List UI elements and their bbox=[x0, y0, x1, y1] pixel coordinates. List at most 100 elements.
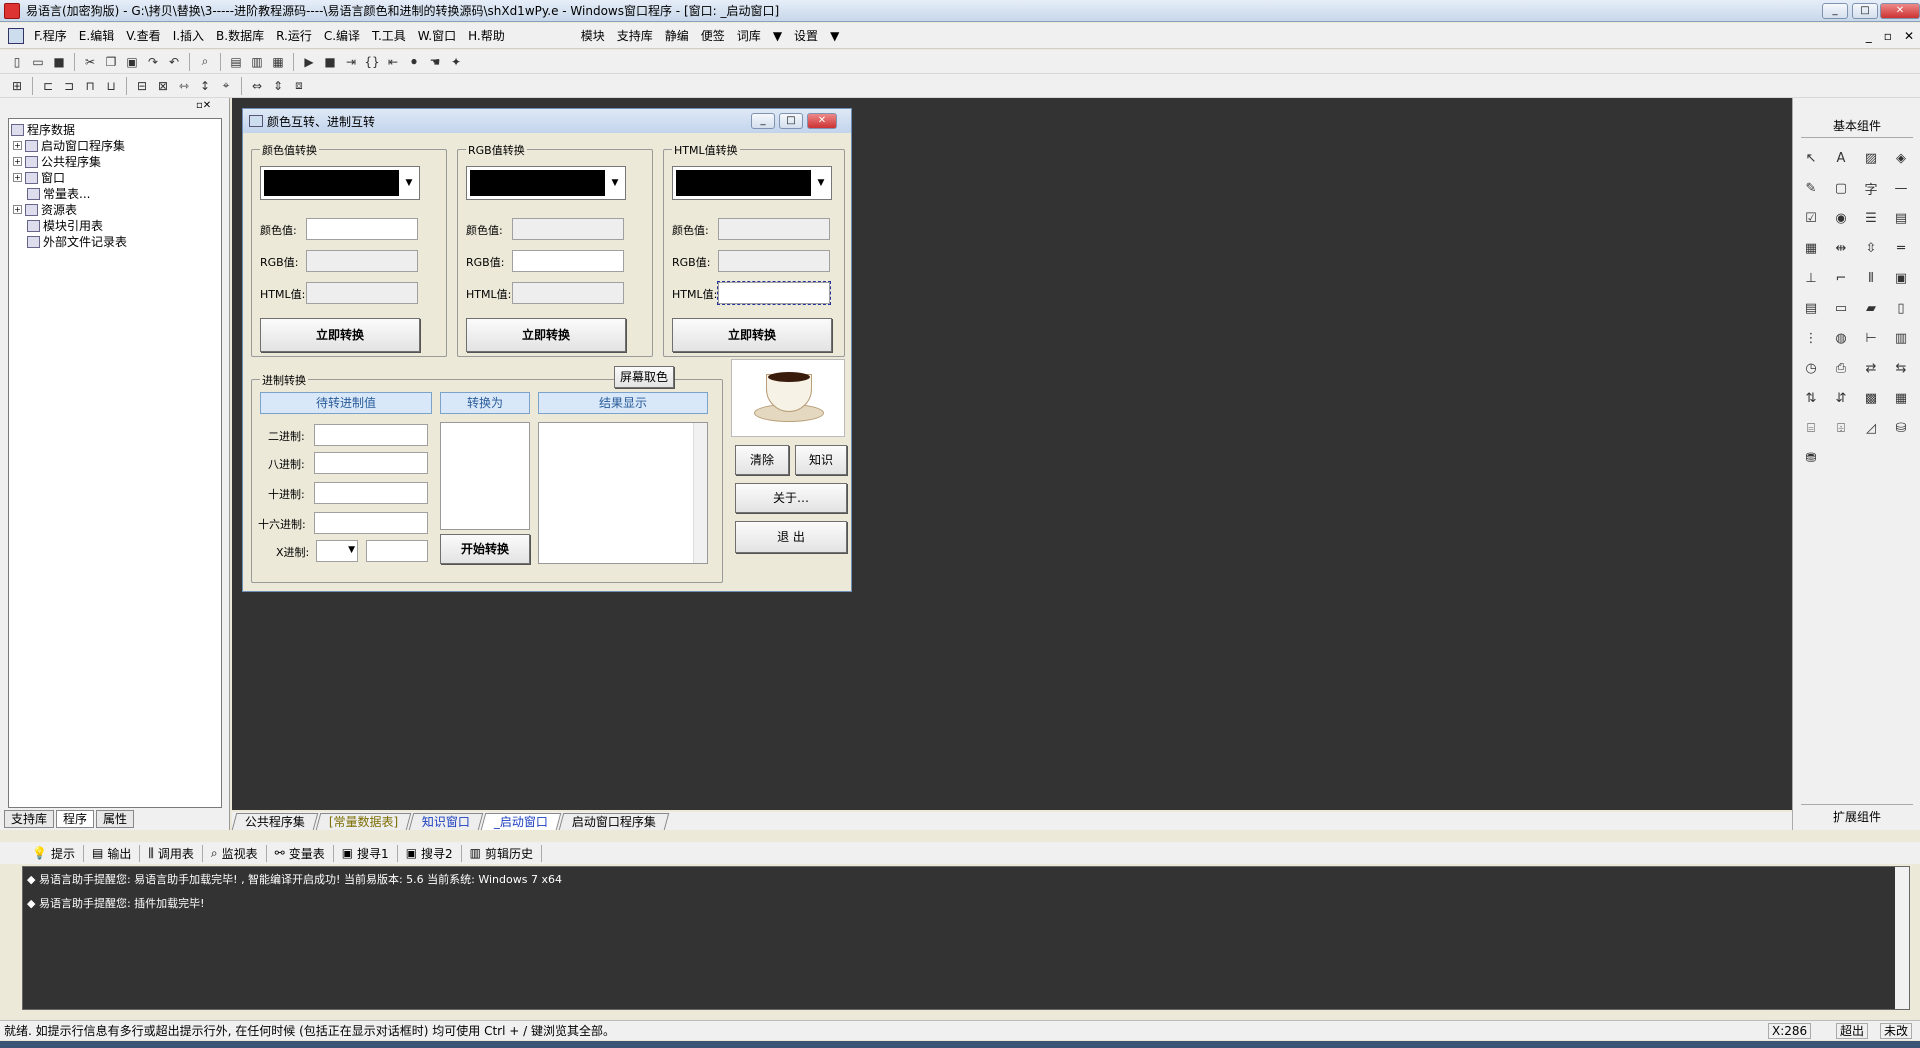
mdi-close-button[interactable]: ✕ bbox=[1898, 29, 1920, 43]
tab-public-module[interactable]: 公共程序集 bbox=[231, 812, 319, 830]
globe-icon[interactable]: ◍ bbox=[1829, 326, 1853, 350]
frame-icon[interactable]: ⌐ bbox=[1829, 266, 1853, 290]
tab-control-icon[interactable]: ▥ bbox=[1889, 326, 1913, 350]
chevron-down-icon[interactable]: ▼ bbox=[401, 170, 417, 196]
layout2-icon[interactable]: ▥ bbox=[248, 53, 266, 71]
designer-maximize-button[interactable]: □ bbox=[779, 113, 803, 129]
designer-title-bar[interactable]: 颜色互转、进制互转 _ □ ✕ bbox=[243, 109, 851, 133]
octal-input[interactable] bbox=[314, 452, 428, 474]
tab-program[interactable]: 程序 bbox=[56, 810, 95, 828]
color-combo[interactable]: ▼ bbox=[260, 166, 420, 200]
rgb-value-output[interactable] bbox=[306, 250, 418, 272]
radio-icon[interactable]: ◉ bbox=[1829, 206, 1853, 230]
tab-constant-table[interactable]: [常量数据表] bbox=[315, 812, 412, 830]
designer-window[interactable]: 颜色互转、进制互转 _ □ ✕ 颜色值转换 ▼ 颜色值: RGB值: HTML值… bbox=[242, 108, 852, 592]
break-icon[interactable]: ⦁ bbox=[405, 53, 423, 71]
minimize-button[interactable]: _ bbox=[1822, 3, 1848, 19]
menu-view[interactable]: V.查看 bbox=[120, 27, 166, 44]
open-folder-icon[interactable]: ▭ bbox=[29, 53, 47, 71]
tree-item-module-refs[interactable]: 模块引用表 bbox=[27, 217, 103, 234]
convert-color-button[interactable]: 立即转换 bbox=[260, 318, 420, 352]
menu-compile[interactable]: C.编译 bbox=[318, 27, 366, 44]
tab-watch[interactable]: ⌕ 监视表 bbox=[203, 844, 267, 862]
paste-icon[interactable]: ▣ bbox=[123, 53, 141, 71]
html-value-input[interactable] bbox=[717, 281, 831, 305]
tab-variables[interactable]: ⚯ 变量表 bbox=[267, 844, 334, 862]
odbc-source-icon[interactable]: ⛃ bbox=[1799, 446, 1823, 470]
v-center-icon[interactable]: ⇕ bbox=[269, 77, 287, 95]
tab-clip-history[interactable]: ▥ 剪辑历史 bbox=[462, 844, 543, 862]
convert-rgb-button[interactable]: 立即转换 bbox=[466, 318, 626, 352]
x-base-select[interactable]: ▼ bbox=[316, 540, 358, 562]
menu-settings-dropdown[interactable]: ▼ bbox=[824, 29, 845, 43]
chart-icon[interactable]: ◿ bbox=[1859, 416, 1883, 440]
printer-icon[interactable]: ⎙ bbox=[1829, 356, 1853, 380]
output-scrollbar[interactable] bbox=[1895, 867, 1909, 1009]
tree-icon[interactable]: ⋮ bbox=[1799, 326, 1823, 350]
mdi-minimize-button[interactable]: _ bbox=[1860, 29, 1878, 43]
tab-call-stack[interactable]: ⫼ 调用表 bbox=[140, 844, 203, 862]
run-icon[interactable]: ▶ bbox=[300, 53, 318, 71]
fit-icon[interactable]: ⧈ bbox=[290, 77, 308, 95]
extended-components-header[interactable]: 扩展组件 bbox=[1801, 804, 1913, 828]
tree-item-startup-module[interactable]: + 启动窗口程序集 bbox=[13, 137, 125, 154]
chevron-down-icon[interactable]: ▼ bbox=[813, 170, 829, 196]
rgb-value-input[interactable] bbox=[512, 250, 624, 272]
find-icon[interactable]: ⌕ bbox=[196, 53, 214, 71]
tab-support-lib[interactable]: 支持库 bbox=[4, 810, 55, 828]
align-center-icon[interactable]: ⊐ bbox=[60, 77, 78, 95]
maximize-button[interactable]: □ bbox=[1852, 3, 1878, 19]
menu-settings[interactable]: 设置 bbox=[788, 27, 824, 44]
cut-icon[interactable]: ✂ bbox=[81, 53, 99, 71]
close-button[interactable]: ✕ bbox=[1880, 3, 1920, 19]
color-value-output[interactable] bbox=[718, 218, 830, 240]
menu-insert[interactable]: I.插入 bbox=[167, 27, 210, 44]
tab-tips[interactable]: 💡 提示 bbox=[24, 844, 84, 862]
tree-item-external-files[interactable]: 外部文件记录表 bbox=[27, 233, 127, 250]
exit-button[interactable]: 退 出 bbox=[735, 521, 847, 553]
button-icon[interactable]: ▭ bbox=[1829, 296, 1853, 320]
edit-box-icon[interactable]: ✎ bbox=[1799, 176, 1823, 200]
pointer-icon[interactable]: ↖ bbox=[1799, 146, 1823, 170]
slider-icon[interactable]: ⊥ bbox=[1799, 266, 1823, 290]
menu-support-lib[interactable]: 支持库 bbox=[611, 27, 659, 44]
menu-dictionary-dropdown[interactable]: ▼ bbox=[767, 29, 788, 43]
panel-icon[interactable]: ▢ bbox=[1829, 176, 1853, 200]
line-icon[interactable]: — bbox=[1889, 176, 1913, 200]
rgb-combo[interactable]: ▼ bbox=[466, 166, 626, 200]
label-icon[interactable]: A bbox=[1829, 146, 1853, 170]
tree-item-constants[interactable]: 常量表... bbox=[27, 185, 90, 202]
client-icon[interactable]: ⇆ bbox=[1889, 356, 1913, 380]
text-icon[interactable]: 字 bbox=[1859, 176, 1883, 200]
menu-module[interactable]: 模块 bbox=[575, 27, 611, 44]
tree-item-window[interactable]: + 窗口 bbox=[13, 169, 65, 186]
checkbox-icon[interactable]: ☑ bbox=[1799, 206, 1823, 230]
html-combo[interactable]: ▼ bbox=[672, 166, 832, 200]
screen-pick-button[interactable]: 屏幕取色 bbox=[614, 366, 674, 388]
x-base-input[interactable] bbox=[366, 540, 428, 562]
tab-startup-window[interactable]: _启动窗口 bbox=[481, 812, 562, 830]
scroll-icon[interactable]: ⇹ bbox=[1829, 236, 1853, 260]
wizard-icon[interactable]: ✦ bbox=[447, 53, 465, 71]
table-icon[interactable]: ▦ bbox=[1889, 386, 1913, 410]
align-left-icon[interactable]: ⊏ bbox=[39, 77, 57, 95]
tab-knowledge-window[interactable]: 知识窗口 bbox=[409, 812, 484, 830]
tree-root[interactable]: 程序数据 bbox=[11, 121, 75, 138]
tab-properties[interactable]: 属性 bbox=[96, 810, 135, 828]
grid-table-icon[interactable]: ▦ bbox=[1799, 236, 1823, 260]
calendar-icon[interactable]: ▤ bbox=[1799, 296, 1823, 320]
step-out-icon[interactable]: ⇤ bbox=[384, 53, 402, 71]
db-provider-icon[interactable]: ⌸ bbox=[1799, 416, 1823, 440]
picture-box-icon[interactable]: ▨ bbox=[1859, 146, 1883, 170]
copy-icon[interactable]: ❐ bbox=[102, 53, 120, 71]
menu-window[interactable]: W.窗口 bbox=[412, 27, 462, 44]
server-icon[interactable]: ⇅ bbox=[1799, 386, 1823, 410]
hbar-icon[interactable]: ═ bbox=[1889, 236, 1913, 260]
same-height-icon[interactable]: ⊠ bbox=[154, 77, 172, 95]
basic-components-header[interactable]: 基本组件 bbox=[1801, 114, 1913, 138]
hex-input[interactable] bbox=[314, 512, 428, 534]
document-icon[interactable]: ▯ bbox=[1889, 296, 1913, 320]
pin-icon[interactable]: ▫✕ bbox=[196, 100, 211, 111]
menu-dictionary[interactable]: 词库 bbox=[731, 27, 767, 44]
image-box-icon[interactable]: ▣ bbox=[1889, 266, 1913, 290]
